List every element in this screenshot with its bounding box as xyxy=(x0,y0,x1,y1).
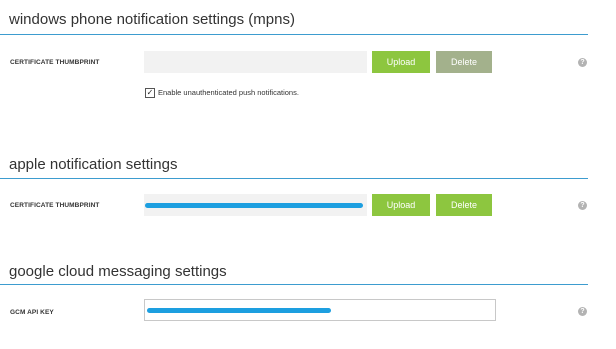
notification-settings-page: windows phone notification settings (mpn… xyxy=(0,0,616,349)
gcm-section-title: google cloud messaging settings xyxy=(9,263,227,280)
gcm-section-divider xyxy=(0,284,588,285)
mpns-cert-thumbprint-label: CERTIFICATE THUMBPRINT xyxy=(10,59,100,66)
apple-section-divider xyxy=(0,178,588,179)
gcm-api-key-label: GCM API KEY xyxy=(10,309,54,316)
apple-delete-button[interactable]: Delete xyxy=(436,194,492,216)
mpns-cert-thumbprint-field[interactable] xyxy=(144,51,367,73)
gcm-api-key-input[interactable] xyxy=(144,299,496,321)
unauthenticated-push-checkbox[interactable]: ✓ xyxy=(145,88,155,98)
apple-upload-button[interactable]: Upload xyxy=(372,194,430,216)
mpns-section-divider xyxy=(0,34,588,35)
mpns-section-title: windows phone notification settings (mpn… xyxy=(9,11,295,28)
gcm-help-icon[interactable]: ? xyxy=(578,307,587,316)
unauthenticated-push-label[interactable]: Enable unauthenticated push notification… xyxy=(158,88,299,97)
mpns-help-icon[interactable]: ? xyxy=(578,58,587,67)
apple-section-title: apple notification settings xyxy=(9,156,178,173)
apple-cert-thumbprint-label: CERTIFICATE THUMBPRINT xyxy=(10,202,100,209)
redaction-mark xyxy=(145,203,363,208)
mpns-delete-button[interactable]: Delete xyxy=(436,51,492,73)
apple-help-icon[interactable]: ? xyxy=(578,201,587,210)
mpns-upload-button[interactable]: Upload xyxy=(372,51,430,73)
redaction-mark xyxy=(147,308,331,313)
apple-cert-thumbprint-field[interactable] xyxy=(144,194,367,216)
